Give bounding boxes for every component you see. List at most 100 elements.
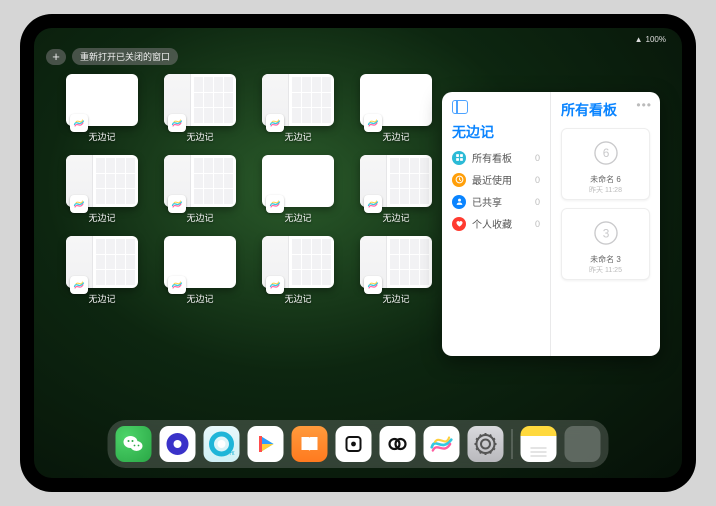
heart-icon bbox=[452, 217, 466, 231]
sidebar-item[interactable]: 已共享 0 bbox=[452, 194, 540, 209]
board-card[interactable]: 3 未命名 3昨天 11:25 bbox=[561, 208, 650, 280]
freeform-app-icon[interactable] bbox=[424, 426, 460, 462]
more-options-icon[interactable]: ••• bbox=[636, 98, 652, 112]
window-tile-label: 无边记 bbox=[284, 211, 311, 224]
window-thumbnail bbox=[262, 74, 334, 126]
freeform-app-icon bbox=[168, 114, 186, 132]
sidebar-item-count: 0 bbox=[535, 197, 540, 207]
video-player-app-icon[interactable] bbox=[248, 426, 284, 462]
window-tile[interactable]: 无边记 bbox=[356, 74, 436, 143]
window-thumbnail bbox=[262, 155, 334, 207]
window-tile-label: 无边记 bbox=[382, 211, 409, 224]
sidebar-toggle-icon[interactable] bbox=[452, 100, 468, 114]
freeform-app-window[interactable]: 无边记 所有看板0最近使用0已共享0个人收藏0 ••• 所有看板 6未命名 6昨… bbox=[442, 92, 660, 356]
ipad-device-frame: ▲ 100% + 重新打开已关闭的窗口 无边记无边记无边记无边记无边记无边记无边… bbox=[20, 14, 696, 492]
svg-text:3: 3 bbox=[602, 226, 609, 240]
new-window-button[interactable]: + bbox=[46, 49, 66, 65]
board-name: 未命名 6 bbox=[590, 174, 621, 185]
board-timestamp: 昨天 11:28 bbox=[589, 185, 622, 195]
freeform-app-icon bbox=[364, 195, 382, 213]
battery-indicator: 100% bbox=[646, 35, 666, 44]
window-thumbnail bbox=[164, 236, 236, 288]
window-tile[interactable]: 无边记 bbox=[356, 155, 436, 224]
window-tile[interactable]: 无边记 bbox=[62, 74, 142, 143]
window-tile[interactable]: 无边记 bbox=[160, 236, 240, 305]
sidebar-item-count: 0 bbox=[535, 153, 540, 163]
window-thumbnail bbox=[66, 74, 138, 126]
freeform-app-icon bbox=[168, 276, 186, 294]
dice-game-app-icon[interactable] bbox=[336, 426, 372, 462]
status-right: ▲ 100% bbox=[635, 32, 666, 46]
books-app-icon[interactable] bbox=[292, 426, 328, 462]
window-tile-label: 无边记 bbox=[88, 130, 115, 143]
top-controls: + 重新打开已关闭的窗口 bbox=[46, 48, 178, 65]
rings-app-icon[interactable] bbox=[380, 426, 416, 462]
freeform-app-icon bbox=[266, 195, 284, 213]
reopen-closed-windows-button[interactable]: 重新打开已关闭的窗口 bbox=[72, 48, 178, 65]
dock-separator bbox=[512, 429, 513, 459]
window-thumbnail bbox=[164, 74, 236, 126]
window-thumbnail bbox=[262, 236, 334, 288]
window-tile[interactable]: 无边记 bbox=[160, 74, 240, 143]
reopen-label: 重新打开已关闭的窗口 bbox=[80, 52, 170, 62]
window-tile[interactable]: 无边记 bbox=[258, 74, 338, 143]
window-tile-label: 无边记 bbox=[186, 211, 213, 224]
settings-app-icon[interactable] bbox=[468, 426, 504, 462]
window-thumbnail bbox=[360, 155, 432, 207]
freeform-app-icon bbox=[266, 276, 284, 294]
window-tile-label: 无边记 bbox=[88, 292, 115, 305]
window-thumbnail bbox=[66, 236, 138, 288]
plus-icon: + bbox=[52, 50, 60, 63]
window-tile[interactable]: 无边记 bbox=[258, 236, 338, 305]
freeform-app-icon bbox=[364, 276, 382, 294]
window-tile[interactable]: 无边记 bbox=[160, 155, 240, 224]
sidebar-item-label: 个人收藏 bbox=[472, 216, 512, 231]
sidebar-item-label: 所有看板 bbox=[472, 150, 512, 165]
svg-text:HD: HD bbox=[230, 451, 235, 457]
window-tile-label: 无边记 bbox=[284, 292, 311, 305]
app-switcher-grid: 无边记无边记无边记无边记无边记无边记无边记无边记无边记无边记无边记无边记 bbox=[62, 74, 436, 408]
freeform-app-icon bbox=[168, 195, 186, 213]
window-tile-label: 无边记 bbox=[382, 130, 409, 143]
board-preview: 6 bbox=[581, 133, 631, 173]
freeform-app-icon bbox=[70, 195, 88, 213]
window-thumbnail bbox=[360, 236, 432, 288]
notes-app-icon[interactable] bbox=[521, 426, 557, 462]
window-tile[interactable]: 无边记 bbox=[258, 155, 338, 224]
wechat-app-icon[interactable] bbox=[116, 426, 152, 462]
window-thumbnail bbox=[360, 74, 432, 126]
board-preview: 3 bbox=[581, 213, 631, 253]
window-tile-label: 无边记 bbox=[88, 211, 115, 224]
clock-icon bbox=[452, 173, 466, 187]
person-icon bbox=[452, 195, 466, 209]
window-tile[interactable]: 无边记 bbox=[62, 236, 142, 305]
browser-purple-app-icon[interactable] bbox=[160, 426, 196, 462]
window-tile[interactable]: 无边记 bbox=[356, 236, 436, 305]
freeform-app-icon bbox=[70, 276, 88, 294]
window-tile[interactable]: 无边记 bbox=[62, 155, 142, 224]
freeform-app-icon bbox=[70, 114, 88, 132]
sidebar-item[interactable]: 个人收藏0 bbox=[452, 216, 540, 231]
sidebar-item[interactable]: 最近使用0 bbox=[452, 172, 540, 187]
dock: HD bbox=[108, 420, 609, 468]
screen: ▲ 100% + 重新打开已关闭的窗口 无边记无边记无边记无边记无边记无边记无边… bbox=[34, 28, 682, 478]
window-tile-label: 无边记 bbox=[186, 130, 213, 143]
browser-teal-app-icon[interactable]: HD bbox=[204, 426, 240, 462]
wifi-icon: ▲ bbox=[635, 35, 643, 44]
svg-text:6: 6 bbox=[602, 146, 609, 160]
sidebar-item-label: 最近使用 bbox=[472, 172, 512, 187]
board-name: 未命名 3 bbox=[590, 254, 621, 265]
board-card[interactable]: 6 未命名 6昨天 11:28 bbox=[561, 128, 650, 200]
sidebar-item[interactable]: 所有看板 0 bbox=[452, 150, 540, 165]
grid-icon bbox=[452, 151, 466, 165]
window-thumbnail bbox=[164, 155, 236, 207]
app-sidebar-title: 无边记 bbox=[452, 122, 540, 142]
app-folder-icon[interactable] bbox=[565, 426, 601, 462]
board-timestamp: 昨天 11:25 bbox=[589, 265, 622, 275]
window-tile-label: 无边记 bbox=[186, 292, 213, 305]
app-sidebar: 无边记 所有看板 0 最近使用0 已共享 0 个人收藏0 bbox=[442, 92, 551, 356]
sidebar-item-label: 已共享 bbox=[472, 194, 502, 209]
window-tile-label: 无边记 bbox=[382, 292, 409, 305]
app-main-panel: ••• 所有看板 6未命名 6昨天 11:283未命名 3昨天 11:25 bbox=[551, 92, 660, 356]
window-thumbnail bbox=[66, 155, 138, 207]
